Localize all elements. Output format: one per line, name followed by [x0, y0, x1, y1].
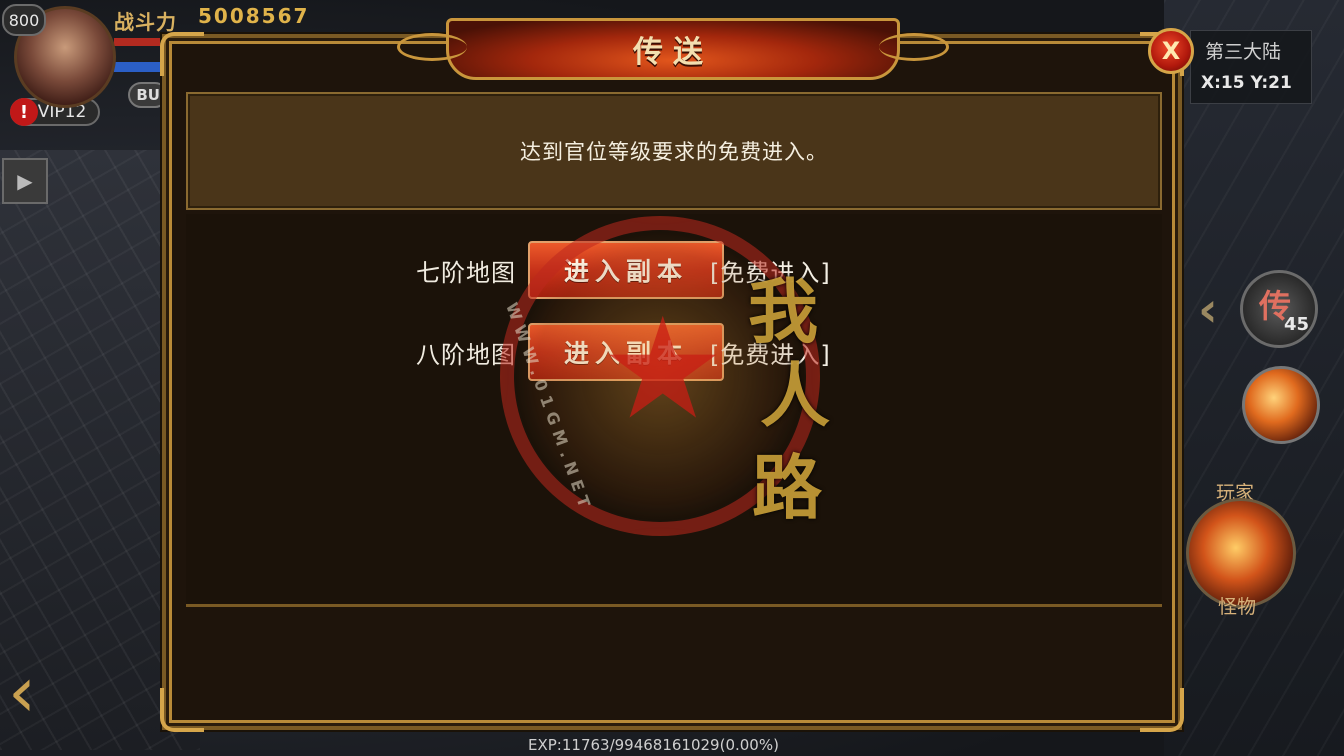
- power-label: 战斗力: [114, 10, 177, 34]
- left-arrow-icon[interactable]: ‹: [8, 652, 56, 732]
- teleport-count: 45: [1283, 314, 1309, 335]
- divider: [186, 604, 1162, 607]
- dialog-title: 传送: [633, 35, 713, 70]
- alert-icon[interactable]: !: [10, 98, 38, 126]
- info-panel: 达到官位等级要求的免费进入。: [186, 92, 1162, 210]
- free-entry-tag: [免费进入]: [710, 258, 831, 287]
- level-badge: 800: [2, 4, 46, 36]
- frame-corner: [1140, 688, 1184, 732]
- map-row-7: 七阶地图 进入副本 [免费进入]: [416, 240, 831, 300]
- frame-corner: [160, 32, 204, 76]
- slash-skill-button[interactable]: [1242, 366, 1320, 444]
- info-text: 达到官位等级要求的免费进入。: [520, 140, 828, 164]
- close-button[interactable]: X: [1148, 28, 1194, 74]
- power-value: 5008567: [198, 4, 310, 28]
- frame-corner: [160, 688, 204, 732]
- exp-readout: EXP:11763/99468161029(0.00%): [528, 736, 779, 754]
- map-row-label: 七阶地图: [416, 258, 516, 287]
- zone-coords: X:15 Y:21: [1201, 73, 1292, 93]
- enter-instance-button[interactable]: 进入副本: [528, 241, 724, 299]
- zone-panel: 第三大陆 X:15 Y:21: [1190, 30, 1312, 104]
- teleport-skill-button[interactable]: 传 45: [1240, 270, 1318, 348]
- zone-name: 第三大陆: [1205, 41, 1282, 63]
- map-row-8: 八阶地图 进入副本 [免费进入]: [416, 322, 831, 382]
- dialog-title-banner: 传送: [397, 18, 949, 80]
- map-row-label: 八阶地图: [416, 340, 516, 369]
- teleport-dialog: 传送 X 达到官位等级要求的免费进入。 七阶地图 进入副本 [免费进入] 八阶地…: [160, 18, 1194, 732]
- enter-instance-button[interactable]: 进入副本: [528, 323, 724, 381]
- chevron-left-icon[interactable]: ‹: [1198, 282, 1218, 338]
- play-icon[interactable]: ▶: [2, 158, 48, 204]
- monster-target-label[interactable]: 怪物: [1218, 592, 1256, 619]
- free-entry-tag: [免费进入]: [710, 340, 831, 369]
